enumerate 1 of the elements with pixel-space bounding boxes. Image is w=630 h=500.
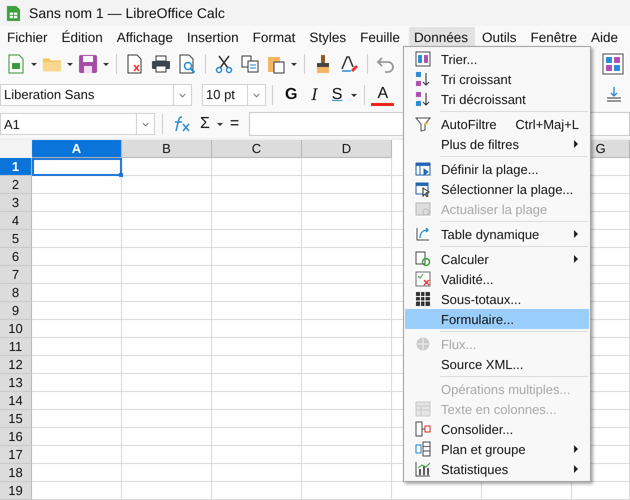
- window-title: Sans nom 1 — LibreOffice Calc: [29, 5, 225, 21]
